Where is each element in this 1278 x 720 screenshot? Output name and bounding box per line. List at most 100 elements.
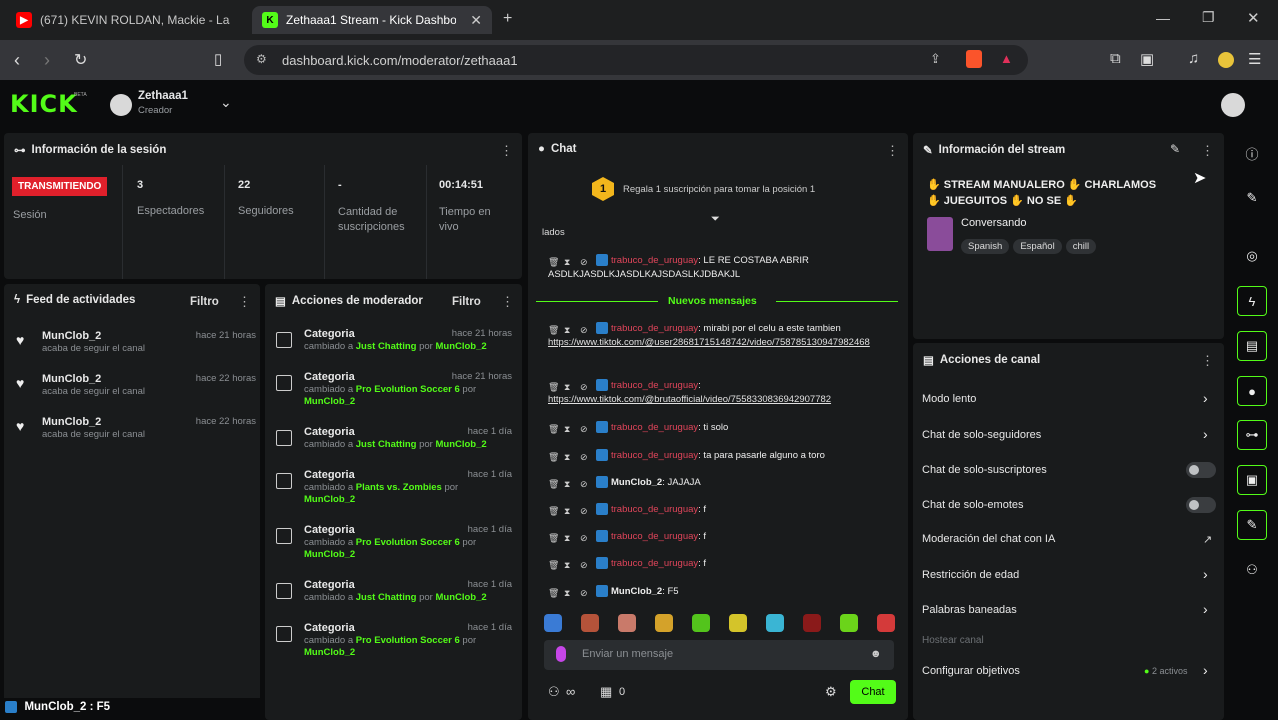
site-info-icon[interactable]: ⚙ bbox=[256, 52, 267, 66]
tag[interactable]: Spanish bbox=[961, 239, 1010, 254]
timeout-icon[interactable]: ⧗ bbox=[564, 531, 574, 543]
emote-icon[interactable] bbox=[766, 614, 784, 632]
delete-icon[interactable]: 🗑 bbox=[548, 558, 559, 570]
chevron-right-icon[interactable]: › bbox=[1203, 601, 1208, 617]
emote-icon[interactable] bbox=[692, 614, 710, 632]
ban-icon[interactable]: ⊘ bbox=[580, 558, 590, 570]
minimize-button[interactable]: — bbox=[1156, 10, 1170, 26]
chat-username[interactable]: trabuco_de_uruguay bbox=[611, 450, 698, 461]
age-restriction-row[interactable]: Restricción de edad bbox=[922, 569, 1019, 581]
chat-username[interactable]: trabuco_de_uruguay bbox=[611, 380, 698, 391]
chevron-right-icon[interactable]: › bbox=[1203, 662, 1208, 678]
channel-actions-icon[interactable]: ▣ bbox=[1237, 465, 1267, 495]
followers-only-row[interactable]: Chat de solo-seguidores bbox=[922, 429, 1041, 441]
ban-icon[interactable]: ⊘ bbox=[580, 255, 590, 267]
chevron-down-icon[interactable]: ⌄ bbox=[220, 94, 232, 111]
add-widget-icon[interactable]: ⚇ bbox=[1237, 555, 1267, 585]
timeout-icon[interactable]: ⧗ bbox=[564, 422, 574, 434]
sidebar-icon[interactable]: ▣ bbox=[1140, 50, 1154, 68]
timeout-icon[interactable]: ⧗ bbox=[564, 450, 574, 462]
chat-link[interactable]: https://www.tiktok.com/@user286817151487… bbox=[548, 337, 870, 348]
brave-shield-icon[interactable] bbox=[966, 50, 982, 68]
new-messages-divider[interactable]: Nuevos mensajes bbox=[668, 295, 757, 307]
delete-icon[interactable]: 🗑 bbox=[548, 586, 559, 598]
pencil-icon[interactable]: ✎ bbox=[1237, 183, 1267, 213]
gift-sub-text[interactable]: Regala 1 suscripción para tomar la posic… bbox=[623, 184, 815, 195]
ban-icon[interactable]: ⊘ bbox=[580, 380, 590, 392]
tag[interactable]: chill bbox=[1065, 239, 1097, 254]
chat-username[interactable]: trabuco_de_uruguay bbox=[611, 422, 698, 433]
timeout-icon[interactable]: ⧗ bbox=[564, 477, 574, 489]
camera-icon[interactable]: ◎ bbox=[1237, 241, 1267, 271]
reload-icon[interactable]: ↻ bbox=[74, 50, 87, 70]
scroll-down-icon[interactable]: ⏷ bbox=[711, 213, 720, 226]
chat-link[interactable]: https://www.tiktok.com/@brutaofficial/vi… bbox=[548, 394, 831, 405]
ai-moderation-row[interactable]: Moderación del chat con IA bbox=[922, 533, 1055, 545]
delete-icon[interactable]: 🗑 bbox=[548, 422, 559, 434]
chat-username[interactable]: trabuco_de_uruguay bbox=[611, 504, 698, 515]
forward-icon[interactable]: › bbox=[44, 50, 50, 71]
filter-button[interactable]: Filtro bbox=[190, 296, 219, 308]
emote-icon[interactable] bbox=[840, 614, 858, 632]
ban-icon[interactable]: ⊘ bbox=[580, 531, 590, 543]
tag[interactable]: Español bbox=[1013, 239, 1062, 254]
chat-username[interactable]: trabuco_de_uruguay bbox=[611, 531, 698, 542]
ban-icon[interactable]: ⊘ bbox=[580, 323, 590, 335]
chevron-right-icon[interactable]: › bbox=[1203, 566, 1208, 582]
ban-icon[interactable]: ⊘ bbox=[580, 477, 590, 489]
user-avatar[interactable] bbox=[1221, 93, 1245, 117]
more-icon[interactable]: ⋮ bbox=[886, 143, 899, 159]
mic-icon[interactable] bbox=[556, 646, 566, 662]
ban-icon[interactable]: ⊘ bbox=[580, 450, 590, 462]
kick-logo[interactable]: KICK bbox=[10, 90, 78, 118]
media-icon[interactable]: ♫ bbox=[1188, 50, 1199, 67]
delete-icon[interactable]: 🗑 bbox=[548, 477, 559, 489]
chat-username[interactable]: trabuco_de_uruguay bbox=[611, 323, 698, 334]
emote-picker-icon[interactable]: ⚇ bbox=[548, 684, 560, 700]
emoji-icon[interactable]: ☻ bbox=[870, 648, 882, 660]
brave-rewards-icon[interactable]: ▲ bbox=[1000, 51, 1013, 66]
timeout-icon[interactable]: ⧗ bbox=[564, 323, 574, 335]
timeout-icon[interactable]: ⧗ bbox=[564, 558, 574, 570]
chevron-right-icon[interactable]: › bbox=[1203, 390, 1208, 406]
session-icon[interactable]: ⊶ bbox=[1237, 420, 1267, 450]
more-icon[interactable]: ⋮ bbox=[501, 294, 514, 310]
slow-mode-row[interactable]: Modo lento bbox=[922, 393, 976, 405]
filter-button[interactable]: Filtro bbox=[452, 296, 481, 308]
info-icon[interactable]: ⓘ bbox=[1237, 138, 1267, 168]
banned-words-row[interactable]: Palabras baneadas bbox=[922, 604, 1017, 616]
chat-username[interactable]: MunClob_2 bbox=[611, 477, 662, 488]
activity-icon[interactable]: ϟ bbox=[1237, 286, 1267, 316]
new-tab-button[interactable]: + bbox=[503, 10, 512, 28]
url-bar[interactable]: ⚙ dashboard.kick.com/moderator/zethaaa1 … bbox=[244, 45, 1028, 75]
extensions-icon[interactable]: ⧉ bbox=[1110, 50, 1121, 67]
delete-icon[interactable]: 🗑 bbox=[548, 380, 559, 392]
delete-icon[interactable]: 🗑 bbox=[548, 504, 559, 516]
delete-icon[interactable]: 🗑 bbox=[548, 323, 559, 335]
more-icon[interactable]: ⋮ bbox=[1201, 353, 1214, 369]
emote-icon[interactable] bbox=[803, 614, 821, 632]
tab-kick[interactable]: K Zethaaa1 Stream - Kick Dashboa ✕ bbox=[252, 6, 492, 34]
profile-icon[interactable] bbox=[1218, 52, 1234, 68]
ban-icon[interactable]: ⊘ bbox=[580, 422, 590, 434]
timeout-icon[interactable]: ⧗ bbox=[564, 586, 574, 598]
bookmark-icon[interactable]: ▯ bbox=[214, 50, 222, 68]
restore-button[interactable]: ❐ bbox=[1202, 9, 1215, 26]
edit-icon[interactable]: ✎ bbox=[1170, 142, 1180, 156]
delete-icon[interactable]: 🗑 bbox=[548, 531, 559, 543]
share-icon[interactable]: ⇪ bbox=[930, 51, 941, 67]
channel-points-icon[interactable]: ▦ bbox=[600, 684, 612, 700]
send-chat-button[interactable]: Chat bbox=[850, 680, 896, 704]
chat-username[interactable]: trabuco_de_uruguay bbox=[611, 255, 698, 266]
emote-icon[interactable] bbox=[877, 614, 895, 632]
chat-settings-icon[interactable]: ⚙ bbox=[825, 684, 837, 700]
chat-username[interactable]: MunClob_2 bbox=[611, 586, 662, 597]
infinity-icon[interactable]: ∞ bbox=[566, 684, 575, 699]
chat-input[interactable]: Enviar un mensaje ☻ bbox=[544, 640, 894, 670]
back-icon[interactable]: ‹ bbox=[14, 50, 20, 71]
ban-icon[interactable]: ⊘ bbox=[580, 504, 590, 516]
chat-username[interactable]: trabuco_de_uruguay bbox=[611, 558, 698, 569]
chevron-right-icon[interactable]: › bbox=[1203, 426, 1208, 442]
timeout-icon[interactable]: ⧗ bbox=[564, 504, 574, 516]
stream-info-icon[interactable]: ✎ bbox=[1237, 510, 1267, 540]
